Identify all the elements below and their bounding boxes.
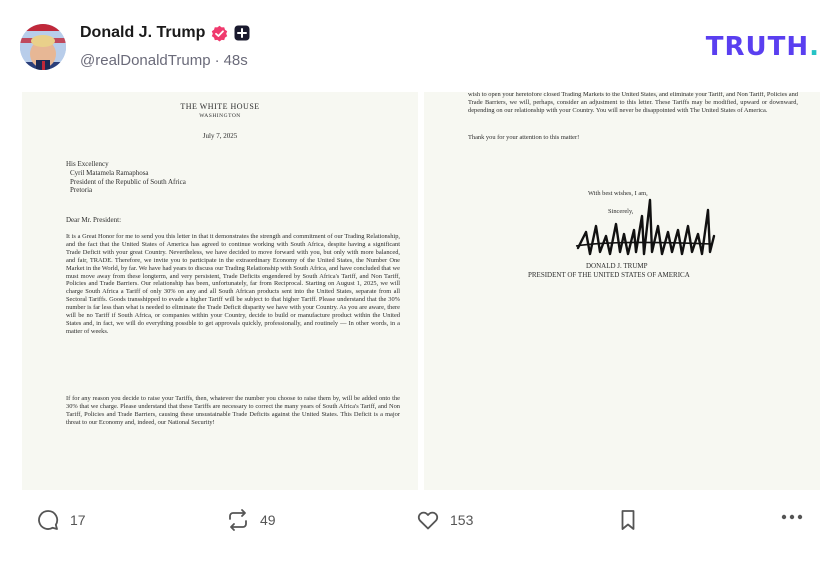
letter-paragraph: It is a Great Honor for me to send you t… [66,233,400,335]
letter-page-1[interactable]: THE WHITE HOUSE WASHINGTON July 7, 2025 … [22,92,418,490]
letter-date: July 7, 2025 [202,132,238,140]
logo-dot: . [809,32,820,62]
truth-logo[interactable]: TRUTH. [706,32,820,62]
letter-addressee: His Excellency Cyril Matamela Ramaphosa … [66,160,186,195]
letter-paragraph: If for any reason you decide to raise yo… [66,395,400,426]
like-count: 153 [450,512,474,528]
bookmark-icon [616,508,640,532]
post-media[interactable]: THE WHITE HOUSE WASHINGTON July 7, 2025 … [22,92,820,490]
addressee-line: President of the Republic of South Afric… [70,177,186,186]
logo-text: TRUTH [705,32,810,62]
avatar[interactable] [20,24,66,70]
addressee-line: Pretoria [70,186,93,195]
post-actions: 17 49 153 [36,508,812,540]
reply-button[interactable]: 17 [36,508,86,532]
letter-salutation: Dear Mr. President: [66,216,122,224]
addressee-line: His Excellency [66,160,109,168]
letter-thanks: Thank you for your attention to this mat… [468,134,580,141]
retruth-icon [226,508,250,532]
retruth-count: 49 [260,512,276,528]
reply-count: 17 [70,512,86,528]
timestamp[interactable]: 48s [224,52,248,69]
verified-badge-icon [211,25,228,42]
addressee-line: Cyril Matamela Ramaphosa [70,168,149,177]
letterhead-title: THE WHITE HOUSE [180,102,260,111]
bookmark-button[interactable] [616,508,640,532]
signer-name: DONALD J. TRUMP [586,262,648,270]
retruth-button[interactable]: 49 [226,508,276,532]
post-header: Donald J. Trump @realDonaldTrump · 48s TRU… [20,22,820,74]
author-handle[interactable]: @realDonaldTrump [80,52,211,69]
letter-page-2[interactable]: wish to open your heretofore closed Trad… [424,92,820,490]
signer-title: PRESIDENT OF THE UNITED STATES OF AMERIC… [528,271,690,279]
letterhead-city: WASHINGTON [199,113,241,119]
like-button[interactable]: 153 [416,508,473,532]
reply-bubble-icon [36,508,60,532]
more-options-button[interactable] [781,514,803,520]
plus-badge-icon [234,25,250,41]
handle-line: @realDonaldTrump · 48s [80,52,248,69]
heart-icon [416,508,440,532]
more-dots-icon [781,514,803,520]
letter-paragraph: wish to open your heretofore closed Trad… [468,92,798,114]
signature-image [575,198,716,256]
separator-dot: · [214,52,220,69]
author-name[interactable]: Donald J. Trump [80,24,205,42]
